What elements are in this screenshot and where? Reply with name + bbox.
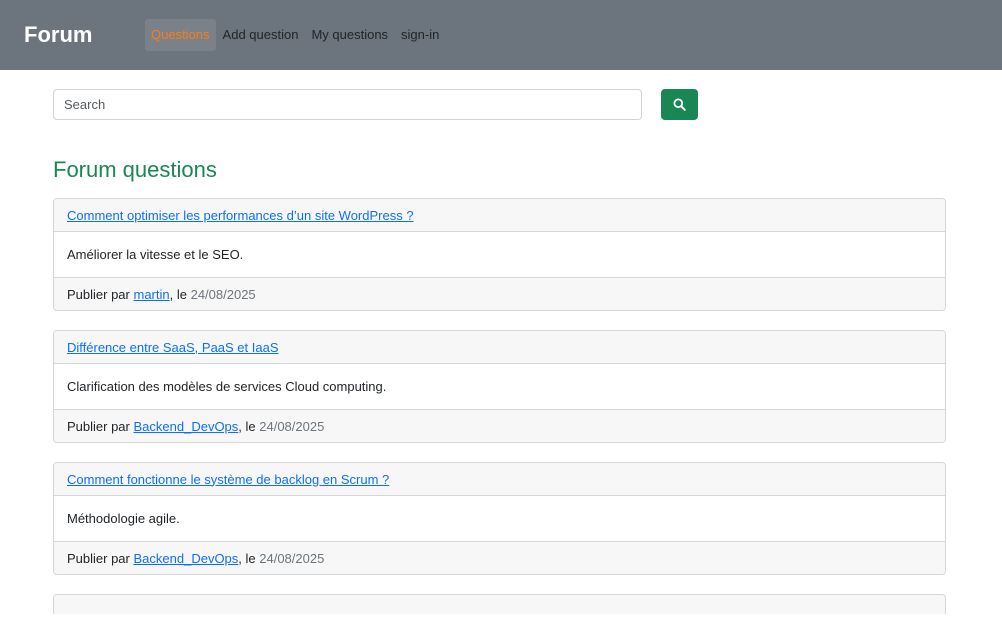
date-prefix: , le [169,286,187,302]
question-description: Méthodologie agile. [54,496,945,541]
question-description-text: Améliorer la vitesse et le SEO. [67,247,244,262]
question-description: Améliorer la vitesse et le SEO. [54,232,945,277]
question-card: Comment fonctionne le système de backlog… [53,462,946,575]
question-date: 24/08/2025 [259,418,325,434]
main-nav: Questions Add question My questions sign… [145,19,446,51]
author-link[interactable]: martin [134,287,170,302]
nav-questions[interactable]: Questions [145,19,216,51]
question-card-header: Comment optimiser les performances d’un … [54,199,945,232]
question-date: 24/08/2025 [190,286,256,302]
question-meta: Publier par Backend_DevOps, le 24/08/202… [54,541,945,574]
search-icon [673,98,686,111]
date-prefix: , le [238,550,256,566]
search-bar [53,89,698,120]
question-card: Différence entre SaaS, PaaS et IaaS Clar… [53,330,946,443]
nav-sign-in[interactable]: sign-in [395,19,445,51]
question-description-text: Méthodologie agile. [67,511,180,526]
question-meta: Publier par Backend_DevOps, le 24/08/202… [54,409,945,442]
page-title: Forum questions [53,157,217,182]
questions-list: Comment optimiser les performances d’un … [53,198,946,633]
question-title-link[interactable]: Comment fonctionne le système de backlog… [67,472,389,487]
question-date: 24/08/2025 [259,550,325,566]
question-meta: Publier par martin, le 24/08/2025 [54,277,945,310]
question-card-partial [53,594,946,614]
brand-logo[interactable]: Forum [24,22,145,48]
question-card: Comment optimiser les performances d’un … [53,198,946,311]
author-link[interactable]: Backend_DevOps [134,551,239,566]
author-link[interactable]: Backend_DevOps [134,419,239,434]
date-prefix: , le [238,418,256,434]
question-title-link[interactable]: Différence entre SaaS, PaaS et IaaS [67,340,279,355]
nav-add-question[interactable]: Add question [217,19,305,51]
question-card-header: Différence entre SaaS, PaaS et IaaS [54,331,945,364]
question-description: Clarification des modèles de services Cl… [54,364,945,409]
search-button[interactable] [661,89,698,120]
by-prefix: Publier par [67,286,130,302]
top-navbar: Forum Questions Add question My question… [0,0,1002,70]
question-description-text: Clarification des modèles de services Cl… [67,379,387,394]
nav-my-questions[interactable]: My questions [305,19,394,51]
search-input[interactable] [53,89,642,120]
by-prefix: Publier par [67,550,130,566]
question-title-link[interactable]: Comment optimiser les performances d’un … [67,208,414,223]
question-card-header: Comment fonctionne le système de backlog… [54,463,945,496]
by-prefix: Publier par [67,418,130,434]
